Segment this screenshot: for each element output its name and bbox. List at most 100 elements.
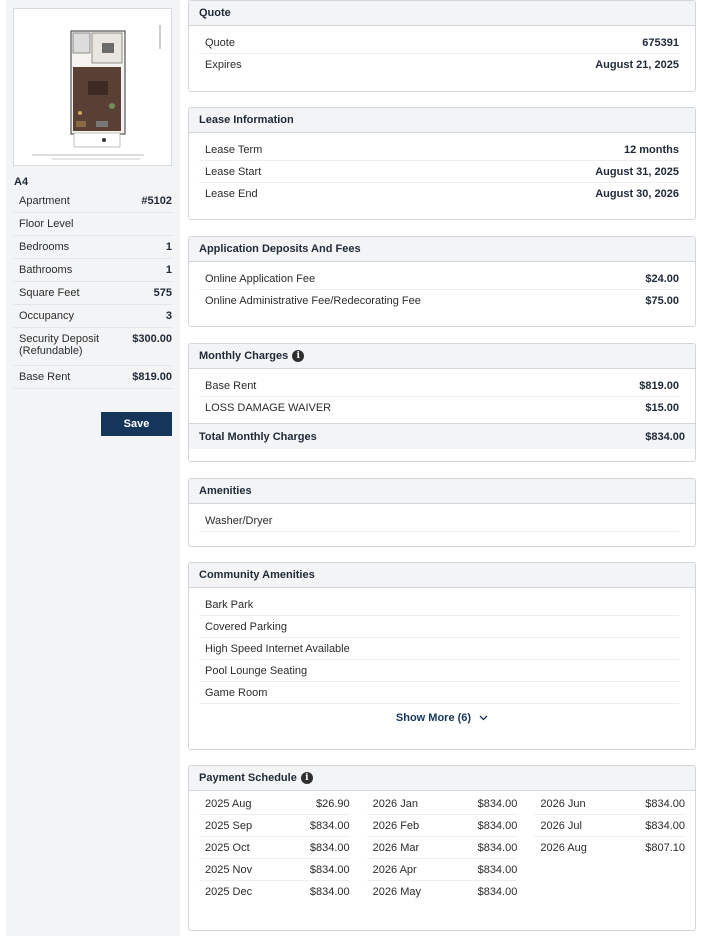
spec-label: Square Feet <box>19 287 80 299</box>
schedule-row: 2026 Jun $834.00 <box>534 793 686 815</box>
spec-occupancy: Occupancy 3 <box>13 305 172 328</box>
schedule-month: 2026 Apr <box>372 863 417 876</box>
unit-name: A4 <box>14 176 29 188</box>
fee-row: Online Application Fee $24.00 <box>199 268 679 290</box>
spec-label: Apartment <box>19 195 70 207</box>
schedule-row: 2026 Jul $834.00 <box>534 815 686 837</box>
row-label: Expires <box>205 59 242 71</box>
payment-schedule-card: Payment Schedule i 2025 Aug $26.90 2025 S… <box>188 765 696 931</box>
community-amenity-item: Bark Park <box>199 594 679 616</box>
row-label: Online Administrative Fee/Redecorating F… <box>205 295 421 307</box>
schedule-grid: 2025 Aug $26.90 2025 Sep $834.00 2025 Oct $… <box>189 791 695 903</box>
amenity-label: Game Room <box>205 686 268 699</box>
schedule-amount: $834.00 <box>477 797 518 810</box>
schedule-month: 2026 May <box>372 886 421 898</box>
community-amenity-item: Game Room <box>199 682 679 704</box>
spec-value: 575 <box>153 287 172 299</box>
schedule-column: 2026 Jan $834.00 2026 Feb $834.00 2026 Mar… <box>366 793 518 903</box>
spec-value: 1 <box>165 241 172 253</box>
spec-bedrooms: Bedrooms 1 <box>13 236 172 259</box>
schedule-row: 2025 Nov $834.00 <box>199 859 350 881</box>
row-label: Lease Term <box>205 143 263 156</box>
community-amenity-item: High Speed Internet Available <box>199 638 679 660</box>
save-button[interactable]: Save <box>101 412 172 436</box>
chevron-down-icon <box>479 713 488 724</box>
spec-value: 1 <box>165 264 172 276</box>
schedule-amount: $834.00 <box>309 886 350 898</box>
schedule-amount: $26.90 <box>316 797 350 810</box>
schedule-month: 2026 Mar <box>372 841 420 854</box>
row-value: $819.00 <box>639 379 679 392</box>
row-value: 675391 <box>642 36 679 49</box>
schedule-month: 2026 Jul <box>540 819 582 832</box>
row-label: LOSS DAMAGE WAIVER <box>205 402 332 414</box>
info-icon[interactable]: i <box>300 772 313 784</box>
spec-label: Base Rent <box>19 371 71 383</box>
spec-label: Floor Level <box>19 218 74 230</box>
schedule-row: 2025 Aug $26.90 <box>199 793 350 815</box>
info-icon[interactable]: i <box>292 350 305 362</box>
schedule-amount: $834.00 <box>309 841 350 854</box>
monthly-title: Monthly Charges <box>199 350 289 362</box>
row-label: Quote <box>205 36 235 49</box>
spec-value: 3 <box>165 310 172 322</box>
schedule-row: 2025 Sep $834.00 <box>199 815 350 837</box>
spec-value: #5102 <box>141 195 172 207</box>
row-label: Lease End <box>205 188 258 200</box>
row-label: Base Rent <box>205 379 257 392</box>
spec-bathrooms: Bathrooms 1 <box>13 259 172 282</box>
amenities-title: Amenities <box>189 479 695 504</box>
community-amenity-item: Covered Parking <box>199 616 679 638</box>
row-value: August 21, 2025 <box>595 59 679 71</box>
schedule-row: 2026 Feb $834.00 <box>366 815 518 837</box>
floorplan-image[interactable] <box>13 8 172 166</box>
lease-title: Lease Information <box>189 108 695 133</box>
schedule-row: 2026 Mar $834.00 <box>366 837 518 859</box>
schedule-column: 2026 Jun $834.00 2026 Jul $834.00 2026 Aug… <box>534 793 686 903</box>
schedule-amount: $834.00 <box>309 863 350 876</box>
unit-sidebar: A4 Apartment #5102 Floor Level Bedrooms … <box>6 0 180 936</box>
monthly-header: Monthly Charges i <box>189 344 695 369</box>
schedule-header: Payment Schedule i <box>189 766 695 791</box>
spec-value: $819.00 <box>132 371 172 383</box>
deposits-title: Application Deposits And Fees <box>189 237 695 262</box>
schedule-amount: $834.00 <box>477 819 518 832</box>
schedule-month: 2025 Dec <box>205 886 253 898</box>
schedule-month: 2025 Aug <box>205 797 252 810</box>
schedule-row: 2026 Apr $834.00 <box>366 859 518 881</box>
community-amenity-item: Pool Lounge Seating <box>199 660 679 682</box>
lease-row: Lease Term 12 months <box>199 139 679 161</box>
quote-row: Expires August 21, 2025 <box>199 54 679 76</box>
spec-value: $300.00 <box>132 333 172 345</box>
spec-label: Bedrooms <box>19 241 70 253</box>
schedule-month: 2026 Jan <box>372 797 418 810</box>
schedule-row: 2026 Aug $807.10 <box>534 837 685 859</box>
amenities-card: Amenities Washer/Dryer <box>188 478 696 547</box>
show-more-button[interactable]: Show More (6) <box>189 704 695 732</box>
schedule-amount: $807.10 <box>645 842 686 854</box>
schedule-amount: $834.00 <box>477 841 518 854</box>
schedule-row: 2025 Dec $834.00 <box>199 881 350 903</box>
row-value: August 30, 2026 <box>595 188 679 200</box>
schedule-row: 2026 Jan $834.00 <box>366 793 518 815</box>
schedule-amount: $834.00 <box>309 819 350 832</box>
schedule-column: 2025 Aug $26.90 2025 Sep $834.00 2025 Oct $… <box>199 793 350 903</box>
row-value: 12 months <box>623 143 679 156</box>
schedule-month: 2025 Nov <box>205 863 253 876</box>
community-amenities-card: Community Amenities Bark Park Covered Pa… <box>188 562 696 750</box>
total-monthly-charges: Total Monthly Charges $834.00 <box>189 423 695 449</box>
spec-apartment: Apartment #5102 <box>13 190 172 213</box>
schedule-month: 2026 Aug <box>540 842 587 854</box>
row-label: Online Application Fee <box>205 272 316 285</box>
deposits-fees-card: Application Deposits And Fees Online App… <box>188 236 696 327</box>
spec-label: Security Deposit (Refundable) <box>19 333 100 357</box>
spec-label: Bathrooms <box>19 264 73 276</box>
quote-title: Quote <box>189 1 695 26</box>
amenity-label: Bark Park <box>205 598 254 611</box>
schedule-month: 2025 Sep <box>205 819 253 832</box>
schedule-month: 2025 Oct <box>205 841 250 854</box>
spec-square-feet: Square Feet 575 <box>13 282 172 305</box>
monthly-charges-card: Monthly Charges i Base Rent $819.00 LOSS… <box>188 343 696 462</box>
floorplan-drawing <box>32 21 161 160</box>
lease-row: Lease End August 30, 2026 <box>199 183 679 205</box>
